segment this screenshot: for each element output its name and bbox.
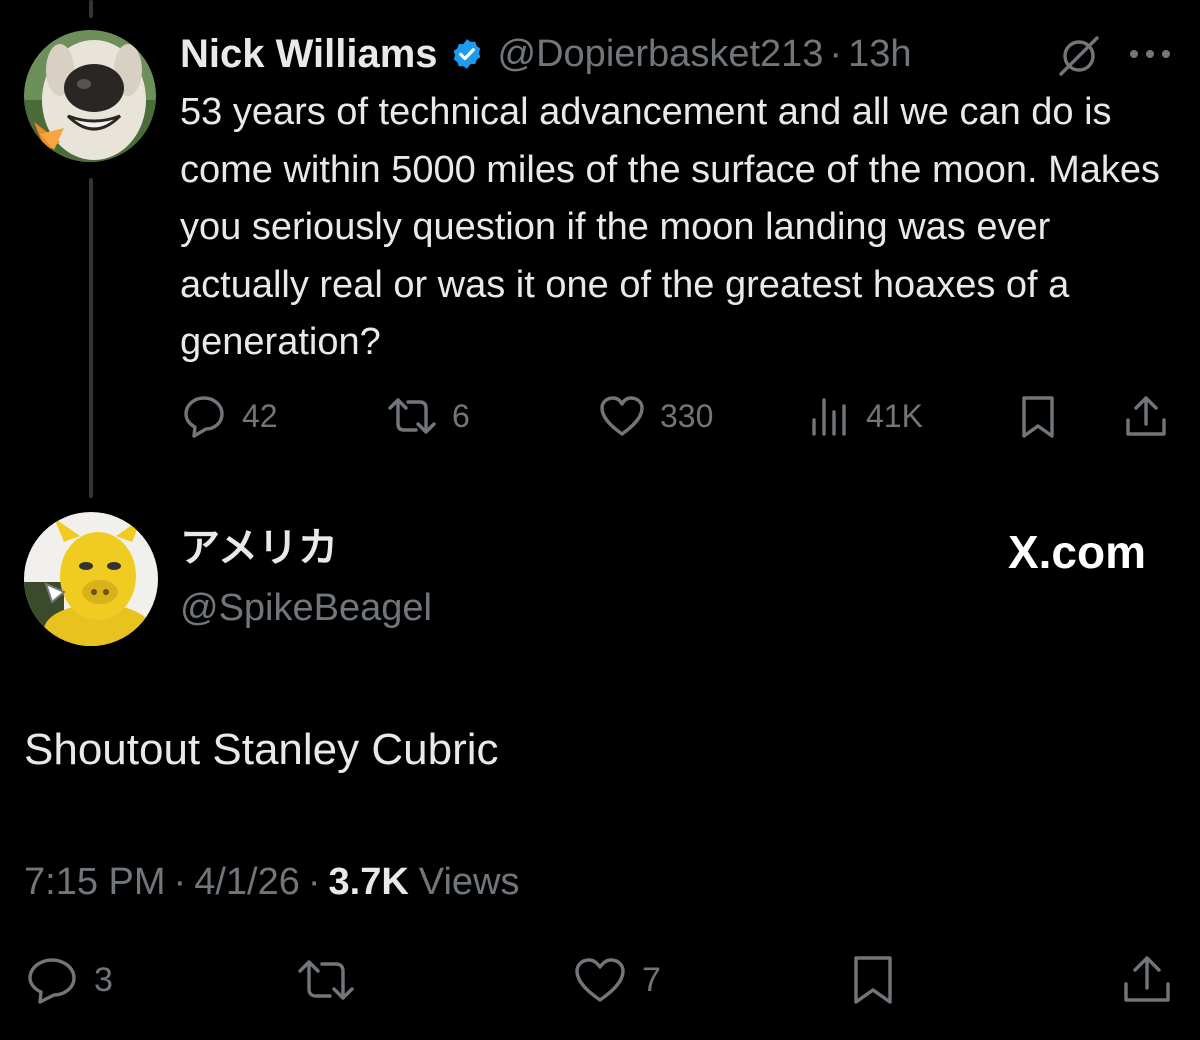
reply-button[interactable]: 42 [180, 394, 278, 438]
thread-line [89, 178, 93, 498]
more-icon[interactable] [1128, 46, 1172, 67]
views-count: 41K [866, 397, 923, 434]
header-separator: · [829, 32, 843, 75]
views-label: Views [418, 860, 520, 903]
bookmark-icon [854, 956, 892, 1004]
reply-text: Shoutout Stanley Cubric [24, 725, 499, 774]
reply-share-button[interactable] [1122, 954, 1172, 1011]
avatar-nick-williams[interactable] [24, 30, 156, 162]
dog-avatar-image [24, 30, 156, 162]
reply-count: 42 [242, 397, 278, 434]
like-button[interactable]: 330 [598, 394, 713, 438]
repost-button[interactable]: 6 [386, 394, 470, 438]
reply-bookmark-button[interactable] [850, 954, 896, 1011]
repost-icon [298, 960, 354, 1000]
x-com-watermark: X.com [1007, 526, 1146, 578]
like-count: 330 [660, 397, 714, 434]
reply-icon [184, 396, 224, 438]
reply-author-handle[interactable]: @SpikeBeagel [180, 582, 432, 634]
views-button[interactable]: 41K [810, 394, 923, 438]
avatar-spikebeagel[interactable] [24, 512, 158, 646]
verified-badge-icon [450, 37, 484, 71]
reply-author-name[interactable]: アメリカ [180, 522, 338, 574]
author-name[interactable]: Nick Williams [180, 32, 438, 77]
repost-count: 6 [452, 397, 470, 434]
meta-separator: · [307, 860, 321, 903]
meta-separator: · [173, 860, 187, 903]
views-total: 3.7K [328, 860, 409, 903]
reply-reply-count: 3 [94, 960, 113, 999]
analytics-icon [812, 398, 846, 436]
post-time[interactable]: 13h [848, 33, 911, 76]
bookmark-button[interactable] [1018, 394, 1058, 445]
author-handle[interactable]: @Dopierbasket213 [498, 33, 824, 76]
repost-icon [388, 398, 436, 434]
reply-like-count: 7 [642, 960, 661, 999]
post-meta: 7:15 PM · 4/1/26 · 3.7K Views [24, 856, 519, 908]
grok-icon[interactable] [1055, 34, 1103, 83]
heart-icon [600, 396, 644, 436]
thread-line-top [89, 0, 93, 18]
yellow-mask-avatar-image [24, 512, 158, 646]
reply-repost-button[interactable] [296, 956, 356, 1009]
reply-like-button[interactable]: 7 [572, 956, 661, 1004]
post-text: 53 years of technical advancement and al… [180, 91, 1161, 363]
bookmark-icon [1022, 396, 1054, 438]
share-icon [1124, 956, 1170, 1002]
share-icon [1126, 396, 1166, 436]
post-header: Nick Williams @Dopierbasket213 · 13h [180, 28, 911, 80]
share-button[interactable] [1124, 394, 1168, 445]
heart-icon [575, 958, 625, 1002]
post-timestamp[interactable]: 7:15 PM [24, 861, 166, 904]
reply-reply-button[interactable]: 3 [24, 956, 113, 1004]
reply-icon [28, 958, 76, 1004]
post-date[interactable]: 4/1/26 [194, 861, 300, 904]
